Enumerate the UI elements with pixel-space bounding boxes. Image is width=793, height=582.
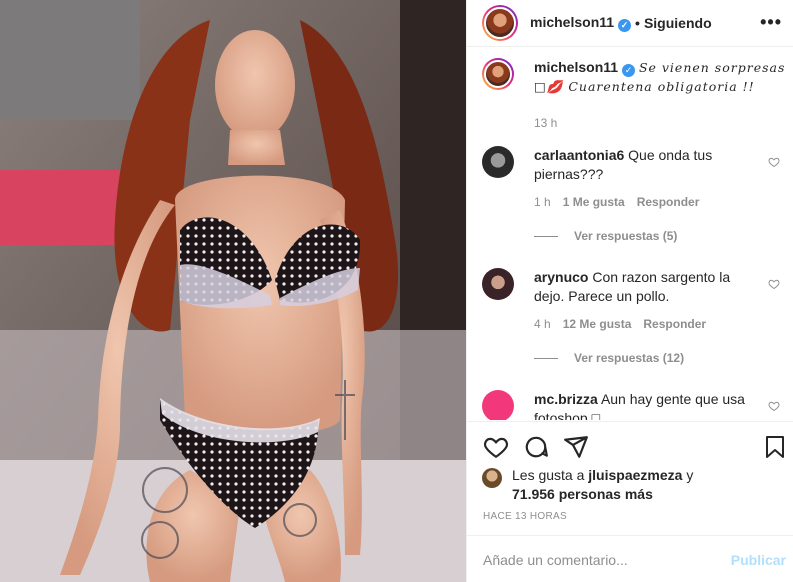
verified-icon: ✓ xyxy=(622,64,636,77)
likes-count[interactable]: 71.956 personas más xyxy=(512,485,653,504)
replies-divider xyxy=(534,235,558,237)
caption-text-line1: Se vienen sorpresas xyxy=(638,60,786,75)
view-replies-button[interactable]: Ver respuestas (12) xyxy=(534,351,684,365)
post-photo[interactable] xyxy=(0,0,466,582)
comment-time: 4 h xyxy=(534,317,551,331)
view-replies-label: Ver respuestas (5) xyxy=(574,229,678,243)
comment-username[interactable]: carlaantonia6 xyxy=(534,147,624,163)
comment-input[interactable] xyxy=(483,548,713,572)
comment-likes[interactable]: 1 Me gusta xyxy=(563,195,625,209)
comment-username[interactable]: mc.brizza xyxy=(534,391,598,407)
caption-time: 13 h xyxy=(534,116,558,130)
like-comment-heart-icon[interactable] xyxy=(768,278,780,290)
comment-username[interactable]: arynuco xyxy=(534,269,588,285)
view-replies-button[interactable]: Ver respuestas (5) xyxy=(534,229,677,243)
comment-icon[interactable] xyxy=(523,434,549,460)
action-bar xyxy=(467,421,793,471)
caption-username[interactable]: michelson11 xyxy=(534,59,618,75)
view-replies-label: Ver respuestas (12) xyxy=(574,351,685,365)
replies-divider xyxy=(534,357,558,359)
reply-button[interactable]: Responder xyxy=(637,195,700,209)
comment-avatar[interactable] xyxy=(482,146,514,178)
post-header: michelson11 ✓ • Siguiendo ••• xyxy=(467,0,793,47)
add-comment-bar: Publicar xyxy=(467,535,793,582)
likes-prefix: Les gusta a xyxy=(512,467,585,483)
like-comment-heart-icon[interactable] xyxy=(768,400,780,412)
like-comment-heart-icon[interactable] xyxy=(768,156,780,168)
reply-button[interactable]: Responder xyxy=(643,317,706,331)
comment-likes[interactable]: 12 Me gusta xyxy=(563,317,632,331)
comment-avatar[interactable] xyxy=(482,268,514,300)
liker-username[interactable]: jluispaezmeza xyxy=(588,467,682,483)
post-photo-illustration xyxy=(0,0,466,582)
comments-list[interactable]: michelson11 ✓ Se vienen sorpresas □💋 Cuar… xyxy=(467,48,793,420)
heart-icon[interactable] xyxy=(483,434,509,460)
likes-suffix: y xyxy=(686,467,694,483)
bookmark-icon[interactable] xyxy=(763,434,787,460)
post-timestamp: HACE 13 HORAS xyxy=(483,511,567,522)
more-icon[interactable]: ••• xyxy=(760,13,782,31)
caption-avatar[interactable] xyxy=(482,58,514,90)
author-avatar[interactable] xyxy=(482,5,518,41)
separator-dot: • xyxy=(635,15,640,31)
verified-icon: ✓ xyxy=(618,19,632,32)
comment-time: 1 h xyxy=(534,195,551,209)
publish-button[interactable]: Publicar xyxy=(731,552,786,568)
share-icon[interactable] xyxy=(563,434,589,460)
author-username[interactable]: michelson11 xyxy=(530,14,614,30)
caption-text-line2: □💋 Cuarentena obligatoria !! xyxy=(534,79,755,94)
follow-status-button[interactable]: Siguiendo xyxy=(644,15,712,31)
post-sidebar: michelson11 ✓ • Siguiendo ••• michelson11… xyxy=(466,0,793,582)
comment-avatar[interactable] xyxy=(482,390,514,420)
liker-avatar[interactable] xyxy=(482,468,502,488)
